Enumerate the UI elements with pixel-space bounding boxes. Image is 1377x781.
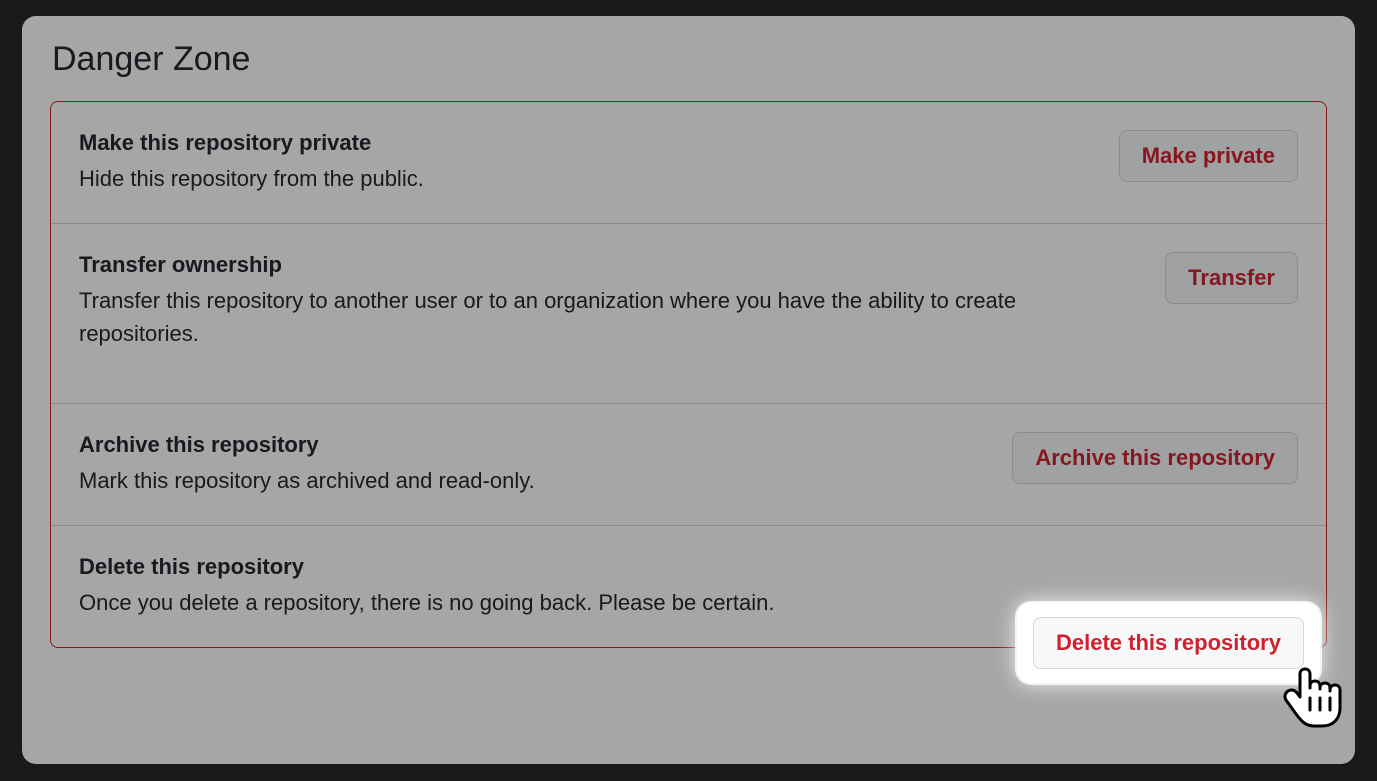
delete-repository-button[interactable]: Delete this repository [1033,617,1304,669]
archive-title: Archive this repository [79,432,988,458]
section-title: Danger Zone [52,40,1327,79]
archive-desc: Mark this repository as archived and rea… [79,464,988,497]
transfer-title: Transfer ownership [79,252,1141,278]
make-private-row: Make this repository private Hide this r… [51,102,1326,223]
transfer-row: Transfer ownership Transfer this reposit… [51,223,1326,403]
make-private-text: Make this repository private Hide this r… [79,130,1119,195]
make-private-title: Make this repository private [79,130,1095,156]
delete-text: Delete this repository Once you delete a… [79,554,1008,619]
delete-button-highlight: Delete this repository [1017,603,1320,683]
delete-desc: Once you delete a repository, there is n… [79,586,984,619]
transfer-text: Transfer ownership Transfer this reposit… [79,252,1165,350]
make-private-button[interactable]: Make private [1119,130,1298,182]
archive-button[interactable]: Archive this repository [1012,432,1298,484]
transfer-desc: Transfer this repository to another user… [79,284,1141,350]
transfer-button[interactable]: Transfer [1165,252,1298,304]
danger-zone-box: Make this repository private Hide this r… [50,101,1327,648]
make-private-desc: Hide this repository from the public. [79,162,1095,195]
archive-row: Archive this repository Mark this reposi… [51,403,1326,525]
danger-zone-section: Danger Zone Make this repository private… [22,16,1355,678]
archive-text: Archive this repository Mark this reposi… [79,432,1012,497]
delete-title: Delete this repository [79,554,984,580]
